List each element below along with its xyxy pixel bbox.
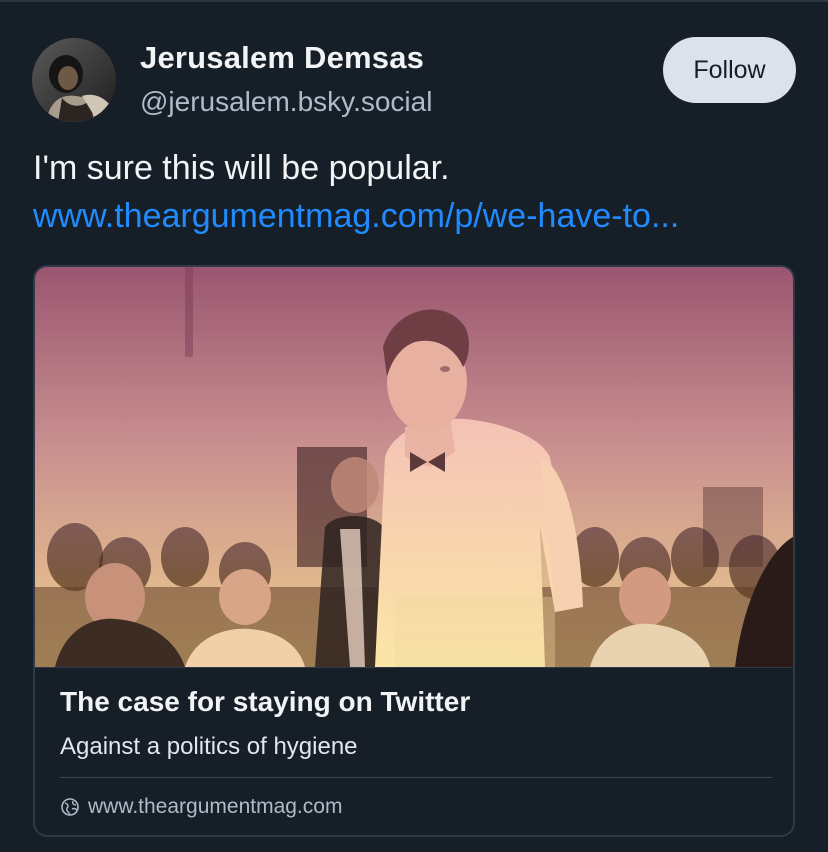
post-text: I'm sure this will be popular.: [33, 149, 450, 187]
link-card-description: Against a politics of hygiene: [60, 733, 358, 760]
link-card-domain: www.theargumentmag.com: [88, 795, 343, 818]
globe-icon: [61, 798, 79, 816]
post-link[interactable]: www.theargumentmag.com/p/we-have-to...: [33, 197, 798, 236]
author-avatar[interactable]: [32, 38, 116, 122]
card-photo-icon: [35, 267, 793, 667]
link-card-title: The case for staying on Twitter: [60, 686, 471, 717]
link-card[interactable]: The case for staying on Twitter Against …: [33, 265, 795, 837]
author-handle[interactable]: @jerusalem.bsky.social: [140, 86, 432, 118]
card-image-divider: [35, 667, 793, 668]
link-card-image: [35, 267, 793, 667]
follow-button[interactable]: Follow: [663, 37, 796, 103]
card-divider: [60, 777, 772, 778]
link-card-domain-row: www.theargumentmag.com: [60, 793, 342, 821]
post: Jerusalem Demsas @jerusalem.bsky.social …: [0, 0, 828, 852]
author-display-name[interactable]: Jerusalem Demsas: [140, 40, 424, 76]
avatar-photo-icon: [32, 38, 116, 122]
